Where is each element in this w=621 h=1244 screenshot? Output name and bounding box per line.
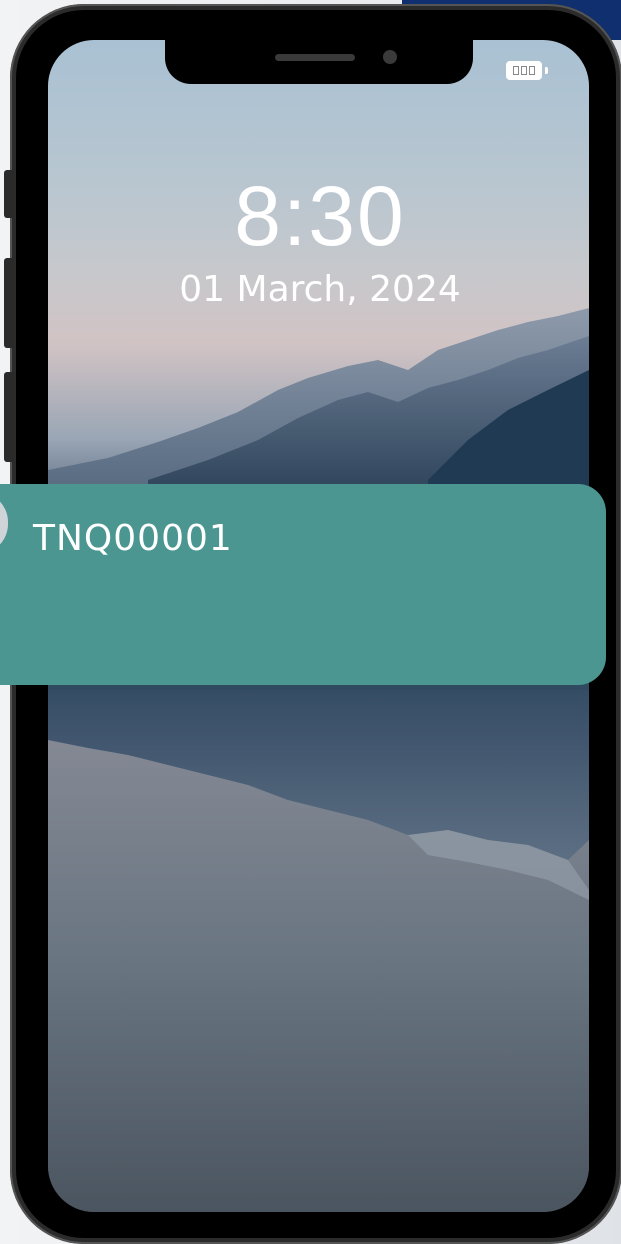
notification-title: TNQ00001 xyxy=(33,518,233,559)
volume-down-button[interactable] xyxy=(4,372,14,462)
speaker-grille xyxy=(275,54,355,61)
lock-screen-time: 8:30 xyxy=(234,169,406,263)
volume-up-button[interactable] xyxy=(4,258,14,348)
page-background: 8:30 01 March, 2024 TNQ00001 xyxy=(0,0,621,1244)
front-camera xyxy=(383,50,397,64)
notification-banner[interactable]: TNQ00001 xyxy=(0,484,606,685)
battery-tip xyxy=(545,67,548,74)
battery-icon xyxy=(506,61,542,80)
mute-switch[interactable] xyxy=(4,170,14,218)
phone-notch xyxy=(165,40,473,84)
lock-screen-date: 01 March, 2024 xyxy=(179,269,461,310)
